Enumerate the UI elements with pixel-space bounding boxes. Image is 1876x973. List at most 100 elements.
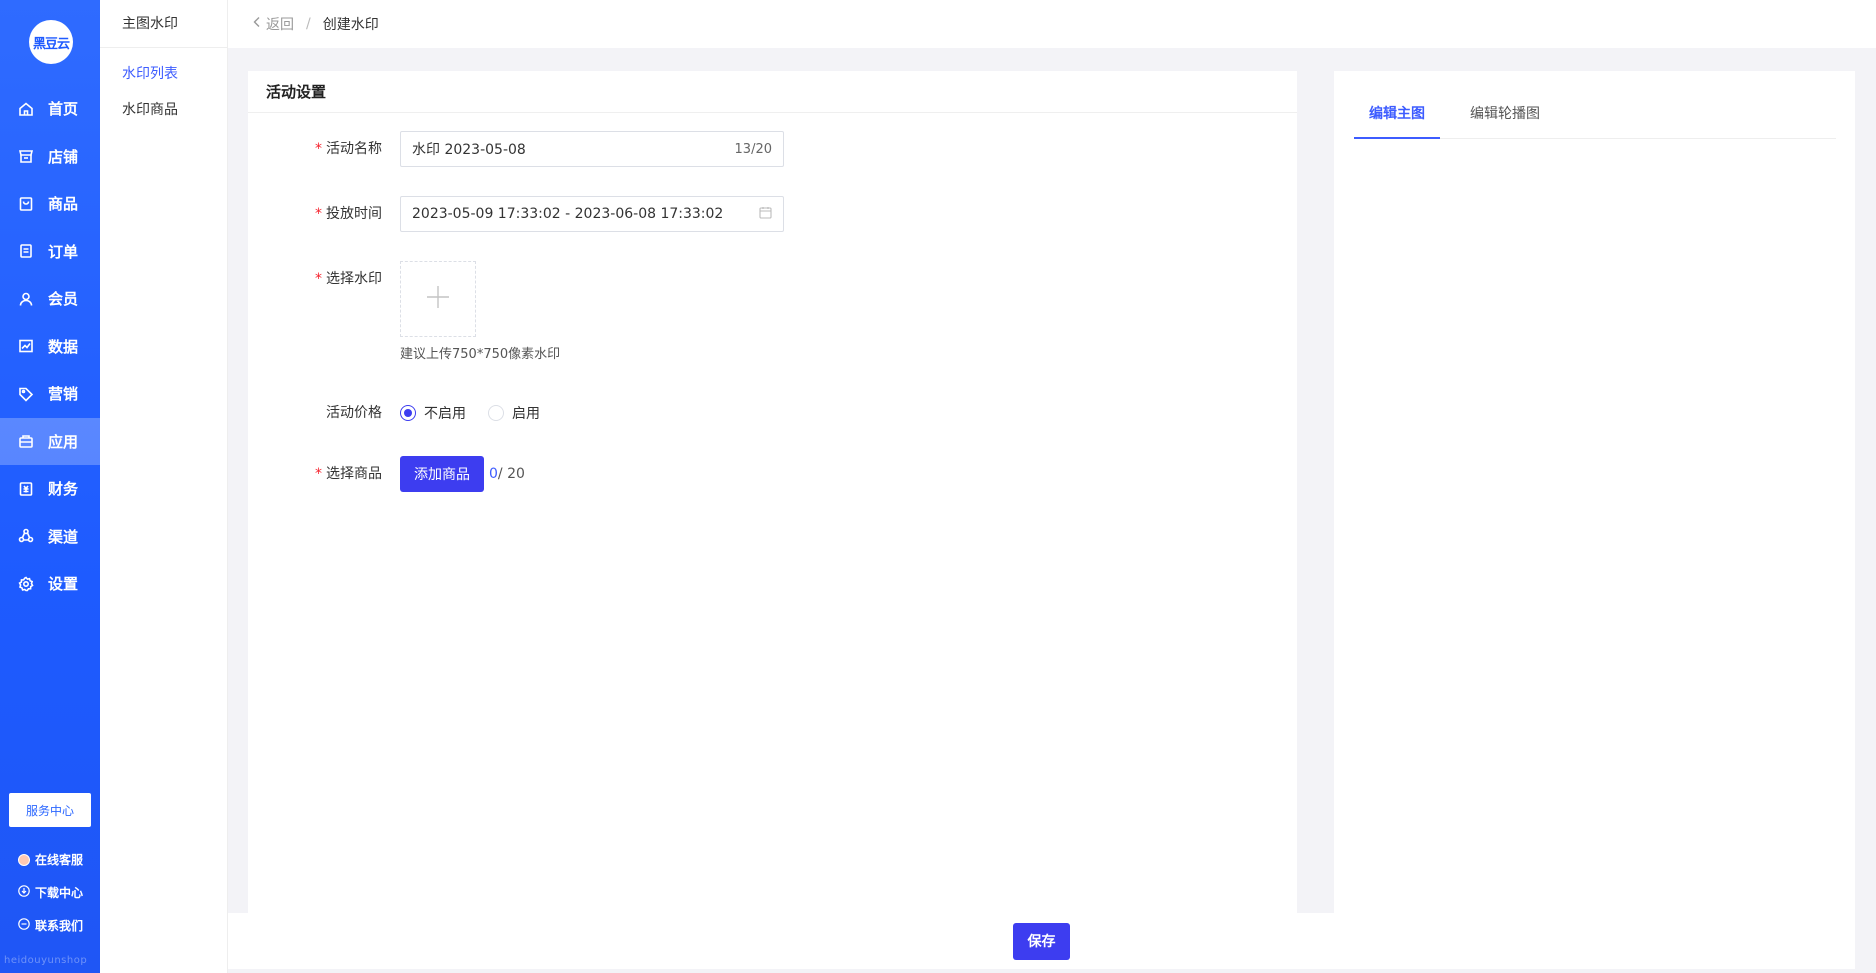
- gear-icon: [18, 576, 34, 592]
- activity-settings-card: 活动设置 * 活动名称 水印 2023-05-08 13/20 * 投放时间 202…: [248, 71, 1297, 916]
- nav-item-label: 店铺: [48, 147, 79, 166]
- breadcrumb: 返回 / 创建水印: [228, 0, 1876, 48]
- watermark-upload-area: 建议上传750*750像素水印: [400, 261, 560, 362]
- radio-circle: [488, 405, 504, 421]
- nav-item-data[interactable]: 数据: [0, 323, 100, 371]
- radio-enable[interactable]: 启用: [488, 403, 540, 423]
- nav-item-home[interactable]: 首页: [0, 85, 100, 133]
- back-button[interactable]: 返回: [252, 14, 294, 34]
- form-row-goods: * 选择商品 添加商品 0/ 20: [248, 456, 525, 492]
- required-mark: *: [315, 206, 322, 222]
- nav-item-channel[interactable]: 渠道: [0, 513, 100, 561]
- home-icon: [18, 101, 34, 117]
- required-mark: *: [315, 466, 322, 482]
- label-text: 活动名称: [326, 141, 382, 157]
- brand-footer: heidouyunshop: [4, 955, 88, 966]
- channel-icon: [18, 528, 34, 544]
- form-label: 活动价格: [248, 395, 400, 431]
- char-count: 13/20: [734, 141, 772, 157]
- store-icon: [18, 148, 34, 164]
- goods-count: 0/ 20: [489, 456, 525, 492]
- submenu-item-watermark-list[interactable]: 水印列表: [100, 56, 227, 92]
- tag-icon: [18, 386, 34, 402]
- nav-item-member[interactable]: 会员: [0, 275, 100, 323]
- nav-item-finance[interactable]: 财务: [0, 465, 100, 513]
- radio-label: 启用: [512, 406, 540, 422]
- input-value: 2023-05-09 17:33:02 - 2023-06-08 17:33:0…: [412, 206, 724, 222]
- preview-tabs: 编辑主图 编辑轮播图: [1354, 91, 1836, 139]
- form-row-name: * 活动名称 水印 2023-05-08 13/20: [248, 131, 784, 167]
- preview-panel: 编辑主图 编辑轮播图: [1334, 71, 1855, 916]
- nav-item-order[interactable]: 订单: [0, 228, 100, 276]
- service-center-button[interactable]: 服务中心: [9, 793, 91, 827]
- main-sidebar: 黑豆云 首页 店铺 商品 订单 会员 数据 营销 应用 财务 渠道 设置 服务中…: [0, 0, 100, 973]
- app-icon: [18, 433, 34, 449]
- form-label: * 活动名称: [248, 131, 400, 167]
- nav-item-settings[interactable]: 设置: [0, 560, 100, 608]
- nav-item-label: 数据: [48, 337, 79, 356]
- back-label: 返回: [266, 17, 294, 33]
- radio-circle: [400, 405, 416, 421]
- download-center-link[interactable]: 下载中心: [18, 876, 83, 909]
- nav-item-label: 设置: [48, 575, 79, 594]
- section-title: 活动设置: [248, 71, 1297, 113]
- link-label: 在线客服: [35, 853, 84, 867]
- nav-item-label: 会员: [48, 290, 79, 309]
- nav-item-label: 应用: [48, 432, 79, 451]
- form-label: * 选择水印: [248, 261, 400, 297]
- label-text: 活动价格: [326, 405, 382, 421]
- sidebar-links: 在线客服 下载中心 联系我们: [18, 843, 83, 942]
- chart-icon: [18, 338, 34, 354]
- goods-count-total: / 20: [497, 466, 525, 482]
- bottom-action-bar: 保存: [228, 913, 1855, 969]
- secondary-menu: 主图水印 水印列表 水印商品: [100, 0, 228, 973]
- nav-item-marketing[interactable]: 营销: [0, 370, 100, 418]
- form-row-time: * 投放时间 2023-05-09 17:33:02 - 2023-06-08 1…: [248, 196, 784, 232]
- nav-item-label: 财务: [48, 480, 79, 499]
- form-row-price: 活动价格 不启用 启用: [248, 395, 540, 431]
- nav-item-label: 营销: [48, 385, 79, 404]
- upload-hint: 建议上传750*750像素水印: [400, 347, 561, 362]
- required-mark: *: [315, 141, 322, 157]
- nav-item-app[interactable]: 应用: [0, 417, 100, 465]
- label-text: 选择水印: [326, 271, 382, 287]
- breadcrumb-separator: /: [306, 16, 311, 32]
- price-radio-group: 不启用 启用: [400, 395, 540, 431]
- radio-disable[interactable]: 不启用: [400, 403, 466, 423]
- tab-edit-main-image[interactable]: 编辑主图: [1354, 91, 1440, 139]
- save-button[interactable]: 保存: [1013, 922, 1070, 960]
- activity-name-input[interactable]: 水印 2023-05-08 13/20: [400, 131, 784, 167]
- chat-icon: [18, 918, 30, 933]
- date-range-picker[interactable]: 2023-05-09 17:33:02 - 2023-06-08 17:33:0…: [400, 196, 784, 232]
- brand-logo[interactable]: 黑豆云: [29, 20, 73, 64]
- member-icon: [18, 291, 34, 307]
- online-service-link[interactable]: 在线客服: [18, 843, 83, 876]
- calendar-icon: [759, 206, 772, 223]
- nav-item-label: 商品: [48, 195, 79, 214]
- submenu-list: 水印列表 水印商品: [100, 48, 227, 128]
- main-nav: 首页 店铺 商品 订单 会员 数据 营销 应用 财务 渠道 设置: [0, 85, 100, 608]
- submenu-title: 主图水印: [100, 0, 227, 48]
- nav-item-goods[interactable]: 商品: [0, 180, 100, 228]
- submenu-item-watermark-goods[interactable]: 水印商品: [100, 92, 227, 128]
- goods-icon: [18, 196, 34, 212]
- add-goods-button[interactable]: 添加商品: [400, 456, 484, 492]
- nav-item-store[interactable]: 店铺: [0, 133, 100, 181]
- input-value: 水印 2023-05-08: [412, 142, 526, 158]
- plus-icon: [425, 284, 451, 314]
- form-label: * 选择商品: [248, 456, 400, 492]
- form-label: * 投放时间: [248, 196, 400, 232]
- upload-button[interactable]: [400, 261, 476, 337]
- link-label: 联系我们: [35, 919, 84, 933]
- nav-item-label: 订单: [48, 242, 79, 261]
- contact-us-link[interactable]: 联系我们: [18, 909, 83, 942]
- required-mark: *: [315, 271, 322, 287]
- form-row-watermark: * 选择水印 建议上传750*750像素水印: [248, 261, 560, 362]
- order-icon: [18, 243, 34, 259]
- link-label: 下载中心: [35, 886, 84, 900]
- breadcrumb-current: 创建水印: [322, 17, 379, 33]
- tab-edit-carousel[interactable]: 编辑轮播图: [1455, 91, 1555, 139]
- goods-count-current: 0: [489, 466, 498, 482]
- nav-item-label: 渠道: [48, 527, 79, 546]
- download-icon: [18, 885, 30, 900]
